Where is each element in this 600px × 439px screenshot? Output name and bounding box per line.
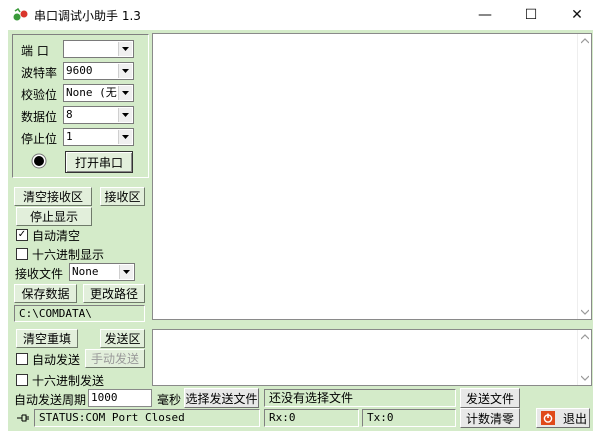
hex-send-label: 十六进制发送 (32, 374, 105, 388)
stop-display-button[interactable]: 停止显示 (16, 207, 92, 226)
send-period-label: 自动发送周期 (14, 393, 87, 407)
open-port-button[interactable]: 打开串口 (65, 151, 133, 173)
save-path-display: C:\COMDATA\ (14, 305, 145, 322)
port-select[interactable] (63, 40, 134, 58)
port-label: 端 口 (21, 44, 49, 58)
baud-select[interactable]: 9600 (63, 62, 134, 80)
scroll-up-icon[interactable] (581, 334, 589, 340)
stopbits-select[interactable]: 1 (63, 128, 134, 146)
send-area-button[interactable]: 发送区 (100, 329, 145, 348)
receive-textarea[interactable] (152, 33, 592, 320)
chevron-down-icon (118, 86, 132, 100)
send-textarea[interactable] (152, 329, 592, 386)
power-icon (541, 411, 555, 425)
chevron-down-icon (118, 108, 132, 122)
send-scrollbar[interactable] (577, 330, 591, 385)
minimize-icon: — (478, 7, 492, 23)
hex-display-label: 十六进制显示 (32, 248, 105, 262)
ms-label: 毫秒 (157, 393, 182, 407)
chevron-down-icon (118, 64, 132, 78)
send-period-input[interactable]: 1000 (88, 389, 152, 407)
port-status-indicator (31, 153, 47, 169)
manual-send-button[interactable]: 手动发送 (85, 349, 145, 368)
auto-clear-label: 自动清空 (32, 229, 81, 243)
parity-select[interactable]: None (无) (63, 84, 134, 102)
rx-counter: Rx:0 (264, 409, 359, 427)
hex-display-checkbox[interactable] (16, 248, 28, 260)
exit-button[interactable]: 退出 (536, 408, 590, 428)
scroll-up-icon[interactable] (581, 38, 589, 44)
databits-select[interactable]: 8 (63, 106, 134, 124)
chevron-down-icon (118, 42, 132, 56)
scroll-down-icon[interactable] (581, 375, 589, 381)
status-text: STATUS:COM Port Closed (34, 409, 260, 427)
databits-label: 数据位 (21, 110, 58, 124)
parity-label: 校验位 (21, 88, 58, 102)
stopbits-label: 停止位 (21, 132, 58, 146)
auto-send-label: 自动发送 (32, 353, 81, 367)
minimize-button[interactable]: — (462, 0, 508, 30)
send-file-status: 还没有选择文件 (264, 389, 456, 407)
tx-counter: Tx:0 (362, 409, 456, 427)
receive-scrollbar[interactable] (577, 34, 591, 319)
window-title: 串口调试小助手 1.3 (34, 9, 141, 23)
receive-file-label: 接收文件 (15, 267, 64, 281)
scroll-down-icon[interactable] (581, 309, 589, 315)
maximize-icon: ☐ (524, 7, 538, 23)
change-path-button[interactable]: 更改路径 (83, 284, 145, 303)
connector-icon (17, 414, 29, 422)
title-bar[interactable]: 串口调试小助手 1.3 — ☐ ✕ (0, 0, 600, 30)
save-data-button[interactable]: 保存数据 (14, 284, 77, 303)
baud-label: 波特率 (21, 66, 58, 80)
close-button[interactable]: ✕ (554, 0, 600, 30)
auto-clear-checkbox[interactable]: ✓ (16, 229, 28, 241)
chevron-down-icon (118, 130, 132, 144)
maximize-button[interactable]: ☐ (508, 0, 554, 30)
clear-receive-button[interactable]: 清空接收区 (14, 187, 92, 206)
clear-send-button[interactable]: 清空重填 (16, 329, 78, 348)
select-send-file-button[interactable]: 选择发送文件 (184, 388, 259, 408)
close-icon: ✕ (571, 7, 583, 23)
receive-area-button[interactable]: 接收区 (100, 187, 145, 206)
hex-send-checkbox[interactable] (16, 374, 28, 386)
chevron-down-icon (119, 265, 133, 279)
app-icon (13, 8, 28, 21)
receive-file-select[interactable]: None (69, 263, 135, 281)
send-file-button[interactable]: 发送文件 (460, 388, 520, 408)
auto-send-checkbox[interactable] (16, 353, 28, 365)
reset-count-button[interactable]: 计数清零 (460, 408, 520, 428)
